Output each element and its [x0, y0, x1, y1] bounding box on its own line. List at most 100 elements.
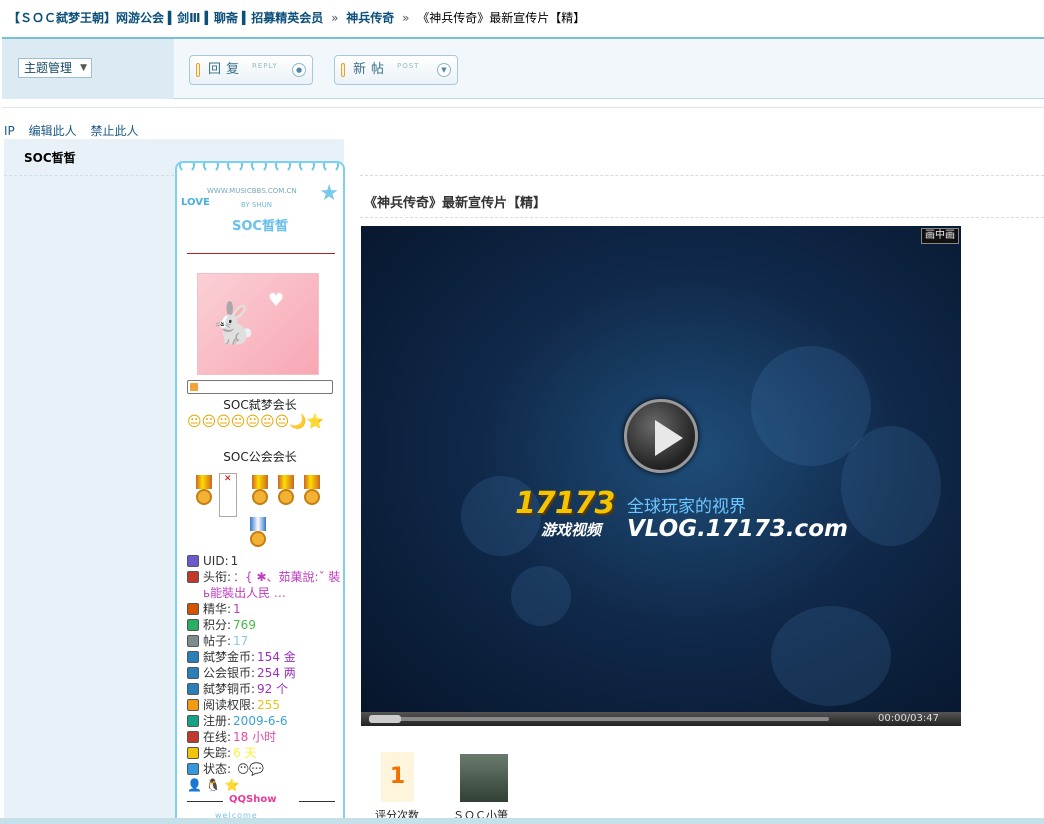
star-icon: ★: [319, 181, 339, 206]
medal-icon: [247, 517, 269, 551]
avatar[interactable]: ♥ 🐇: [197, 273, 319, 375]
ban-user-link[interactable]: 禁止此人: [90, 124, 138, 138]
circle-arrow-icon: ●: [292, 63, 306, 77]
stat-icon: [187, 619, 199, 631]
rank-stars: 😐😐😐😐😐😐😐🌙⭐: [187, 414, 325, 430]
stat-label: 精华:: [203, 602, 232, 616]
card-by-text: BY SHUN: [241, 201, 272, 209]
video-url: VLOG.17173.com: [627, 516, 848, 542]
stat-value: 1: [233, 602, 241, 616]
qqshow-link[interactable]: QQShow: [187, 794, 337, 808]
post-title: 《神兵传奇》最新宣传片【精】: [364, 196, 547, 211]
breadcrumb-forum-link[interactable]: 【ＳＯＣ弑梦王朝】网游公会: [8, 11, 164, 25]
stat-label: 在线:: [203, 730, 232, 744]
divider: [360, 217, 1044, 218]
stat-label: 帖子:: [203, 634, 232, 648]
rater-avatar[interactable]: [460, 754, 508, 802]
stat-icon: [187, 667, 199, 679]
card-love-text: LOVE: [181, 197, 210, 208]
new-post-label: 新帖: [353, 62, 390, 77]
stat-icon: [187, 763, 199, 775]
stat-label: 弑梦金币:: [203, 650, 256, 664]
author-stats: UID: 1 头衔: ：{ ✱、茹菓說:ˇ 裝ь能裝出人民 … 精华: 1 积分: 769 帖子…: [187, 553, 343, 793]
stat-icon: [187, 635, 199, 647]
stat-row: 弑梦金币: 154 金: [187, 649, 343, 665]
status-icons: 😶💬: [233, 762, 265, 776]
thread-toolbar: 主题管理 ▼ 回复 REPLY ● 新帖 POST ▼: [2, 37, 1044, 99]
rank-title-1: SOC弑梦会长: [223, 398, 297, 412]
card-url: WWW.MUSICBBS.COM.CN: [207, 187, 297, 195]
play-icon: [655, 420, 683, 456]
breadcrumb-sub-link[interactable]: ▍剑Ⅲ ▍聊斋 ▍招募精英会员: [168, 11, 323, 25]
medal-icon: [301, 475, 323, 509]
contact-icons[interactable]: 👤 🐧 ⭐: [187, 777, 343, 793]
stat-row: UID: 1: [187, 553, 343, 569]
stat-row: 积分: 769: [187, 617, 343, 633]
divider: [2, 107, 1044, 108]
stat-value: 769: [233, 618, 256, 632]
stat-icon: [187, 731, 199, 743]
video-controls: 00:00/03:47: [361, 712, 961, 726]
stat-row: 阅读权限: 255: [187, 697, 343, 713]
medal-icon: [275, 475, 297, 509]
stat-row: 帖子: 17: [187, 633, 343, 649]
topic-manage-dropdown[interactable]: 主题管理 ▼: [18, 58, 92, 78]
new-post-en-label: POST: [397, 62, 420, 70]
edit-user-link[interactable]: 编辑此人: [29, 124, 77, 138]
picture-in-picture-button[interactable]: 画中画: [921, 228, 959, 244]
seek-thumb[interactable]: [369, 715, 401, 723]
author-name[interactable]: SOC皙皙: [24, 149, 76, 166]
stat-value: 154 金: [257, 650, 296, 664]
video-logo: 17173: [515, 486, 615, 521]
seek-bar[interactable]: [369, 715, 829, 723]
stat-label: 积分:: [203, 618, 232, 632]
qqshow-label: QQShow: [229, 794, 277, 805]
stat-value: 1: [230, 554, 239, 568]
breadcrumb-separator: »: [331, 11, 339, 25]
broken-image-icon: ✕: [219, 473, 237, 517]
chevron-down-icon: ▼: [437, 63, 451, 77]
stat-value: 254 两: [257, 666, 296, 680]
stat-value: 17: [233, 634, 249, 648]
stat-icon: [187, 715, 199, 727]
stat-value: 2009-6-6: [233, 714, 288, 728]
stat-label: UID:: [203, 554, 229, 568]
divider: [4, 175, 174, 176]
stat-row: 注册: 2009-6-6: [187, 713, 343, 729]
breadcrumb: 【ＳＯＣ弑梦王朝】网游公会 ▍剑Ⅲ ▍聊斋 ▍招募精英会员 » 神兵传奇 » 《…: [8, 8, 585, 28]
video-time: 00:00/03:47: [877, 713, 939, 724]
stat-label: 阅读权限:: [203, 698, 256, 712]
reply-button[interactable]: 回复 REPLY ●: [189, 55, 313, 85]
medal-icon: [193, 475, 215, 509]
chevron-down-icon: ▼: [80, 63, 87, 73]
level-progress-bar: [187, 380, 333, 394]
breadcrumb-board-link[interactable]: 神兵传奇: [346, 11, 394, 25]
divider: [187, 253, 335, 254]
medals: ✕: [187, 471, 337, 551]
author-profile-card: ★ WWW.MUSICBBS.COM.CN LOVE BY SHUN SOC皙皙…: [175, 161, 345, 824]
medal-icon: [249, 475, 271, 509]
stat-value: 18 小时: [233, 730, 277, 744]
new-post-button[interactable]: 新帖 POST ▼: [334, 55, 458, 85]
stat-label: 注册:: [203, 714, 232, 728]
reply-label: 回复: [208, 62, 245, 77]
stat-label: 失踪:: [203, 746, 232, 760]
stat-row: 公会银币: 254 两: [187, 665, 343, 681]
stat-row: 头衔: ：{ ✱、茹菓說:ˇ 裝ь能裝出人民 …: [187, 569, 343, 601]
stat-row: 弑梦铜币: 92 个: [187, 681, 343, 697]
pencil-icon: [341, 63, 345, 77]
stat-icon: [187, 747, 199, 759]
stat-value: 92 个: [257, 682, 289, 696]
topic-manage-label: 主题管理: [24, 61, 73, 75]
ip-link[interactable]: IP: [4, 124, 15, 138]
pencil-icon: [196, 63, 200, 77]
bottom-border: [0, 818, 1044, 824]
stat-icon: [187, 699, 199, 711]
reply-en-label: REPLY: [252, 62, 278, 70]
post-operations: IP 编辑此人 禁止此人: [4, 122, 148, 139]
video-player[interactable]: 画中画 17173 游戏视频 全球玩家的视界 VLOG.17173.com 00…: [361, 226, 961, 726]
play-button[interactable]: [624, 399, 698, 473]
heart-icon: ♥: [268, 290, 285, 311]
binder-rings-decoration: [179, 163, 339, 177]
rank-title-2: SOC公会会长: [223, 450, 297, 464]
